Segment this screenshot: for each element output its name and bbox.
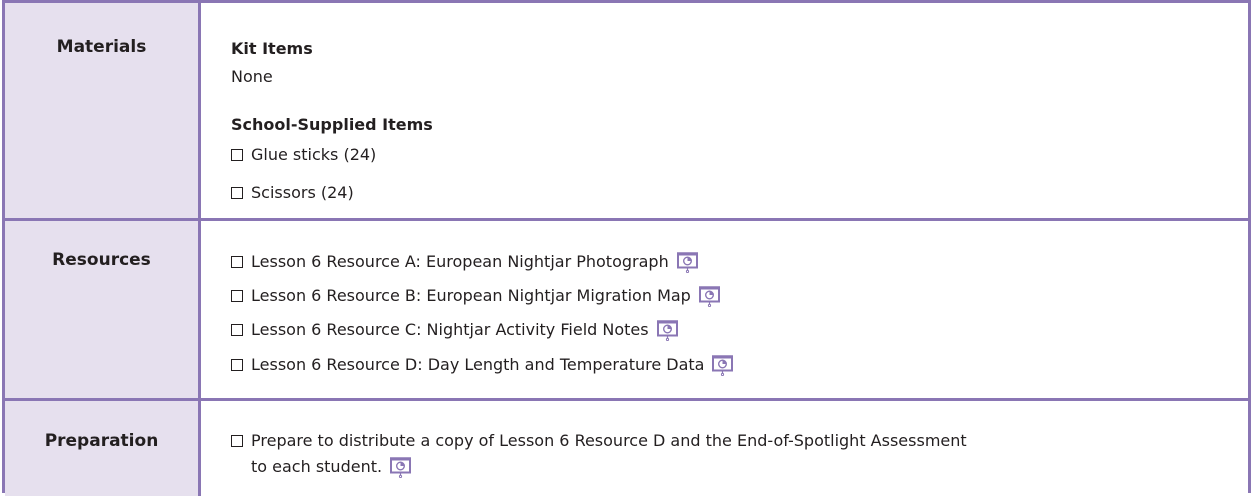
preparation-line-2: to each student. (251, 457, 383, 476)
resource-item: Lesson 6 Resource D: Day Length and Temp… (231, 355, 734, 376)
school-item: Scissors (24) (231, 183, 354, 202)
preparation-header-cell: Preparation (5, 401, 201, 496)
materials-heading: Materials (56, 37, 147, 57)
checkbox-icon[interactable] (231, 324, 243, 336)
school-item: Glue sticks (24) (231, 145, 376, 164)
preparation-item: Prepare to distribute a copy of Lesson 6… (231, 431, 967, 450)
resource-item: Lesson 6 Resource B: European Nightjar M… (231, 286, 720, 307)
school-item-label: Glue sticks (24) (251, 145, 377, 164)
resource-item-label: Lesson 6 Resource B: European Nightjar M… (251, 286, 691, 305)
resource-item-label: Lesson 6 Resource A: European Nightjar P… (251, 252, 669, 271)
resource-item: Lesson 6 Resource C: Nightjar Activity F… (231, 320, 678, 341)
school-item-label: Scissors (24) (251, 183, 354, 202)
resources-content-cell: Lesson 6 Resource A: European Nightjar P… (201, 221, 1248, 398)
preparation-row: Preparation Prepare to distribute a copy… (5, 401, 1248, 496)
presentation-screen-icon[interactable] (656, 320, 678, 341)
presentation-screen-icon[interactable] (698, 286, 720, 307)
preparation-item-continuation: to each student. (251, 457, 412, 478)
resources-row: Resources Lesson 6 Resource A: European … (5, 221, 1248, 401)
resource-item: Lesson 6 Resource A: European Nightjar P… (231, 252, 698, 273)
preparation-heading: Preparation (44, 431, 159, 451)
checkbox-icon[interactable] (231, 187, 243, 199)
resources-heading: Resources (52, 250, 151, 270)
checkbox-icon[interactable] (231, 149, 243, 161)
checkbox-icon[interactable] (231, 256, 243, 268)
school-items-title: School-Supplied Items (231, 115, 433, 134)
materials-content-cell: Kit Items None School-Supplied Items Glu… (201, 3, 1248, 218)
materials-row: Materials Kit Items None School-Supplied… (5, 3, 1248, 221)
presentation-screen-icon[interactable] (676, 252, 698, 273)
preparation-content-cell: Prepare to distribute a copy of Lesson 6… (201, 401, 1248, 496)
kit-items-value: None (231, 67, 273, 86)
checkbox-icon[interactable] (231, 290, 243, 302)
presentation-screen-icon[interactable] (390, 457, 412, 478)
resource-item-label: Lesson 6 Resource C: Nightjar Activity F… (251, 320, 649, 339)
kit-items-title: Kit Items (231, 39, 313, 58)
checkbox-icon[interactable] (231, 359, 243, 371)
materials-header-cell: Materials (5, 3, 201, 218)
checkbox-icon[interactable] (231, 435, 243, 447)
lesson-materials-table: Materials Kit Items None School-Supplied… (2, 0, 1251, 496)
resources-header-cell: Resources (5, 221, 201, 398)
preparation-line-1: Prepare to distribute a copy of Lesson 6… (251, 431, 967, 450)
resource-item-label: Lesson 6 Resource D: Day Length and Temp… (251, 355, 705, 374)
presentation-screen-icon[interactable] (712, 355, 734, 376)
